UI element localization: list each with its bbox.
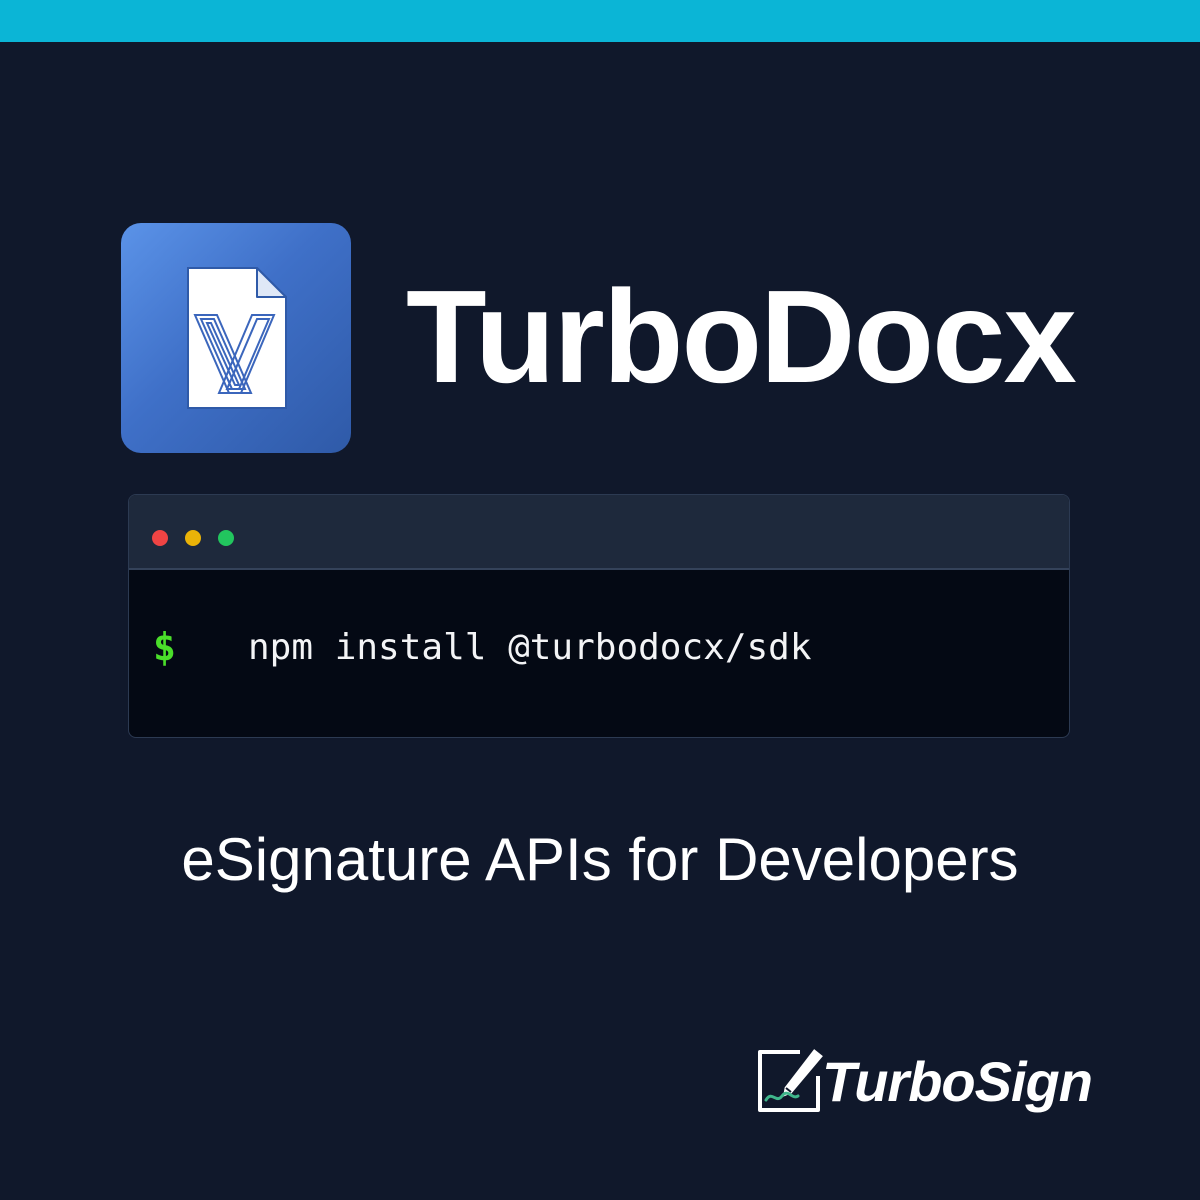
- brand-name: TurboDocx: [406, 263, 1077, 410]
- minimize-dot-icon: [185, 530, 201, 546]
- close-dot-icon: [152, 530, 168, 546]
- terminal-window: $ npm install @turbodocx/sdk: [128, 494, 1070, 738]
- turbosign-wordmark: TurboSign: [822, 1050, 1093, 1113]
- maximize-dot-icon: [218, 530, 234, 546]
- document-x-icon: [187, 267, 287, 409]
- terminal-prompt: $: [153, 625, 176, 669]
- turbosign-logo: TurboSign: [756, 1046, 1093, 1116]
- turbodocx-app-icon: [121, 223, 351, 453]
- terminal-title-bar: [129, 495, 1069, 570]
- top-accent-bar: [0, 0, 1200, 42]
- signature-pen-icon: [758, 1047, 825, 1112]
- tagline: eSignature APIs for Developers: [181, 826, 1019, 893]
- install-command: npm install @turbodocx/sdk: [248, 627, 812, 668]
